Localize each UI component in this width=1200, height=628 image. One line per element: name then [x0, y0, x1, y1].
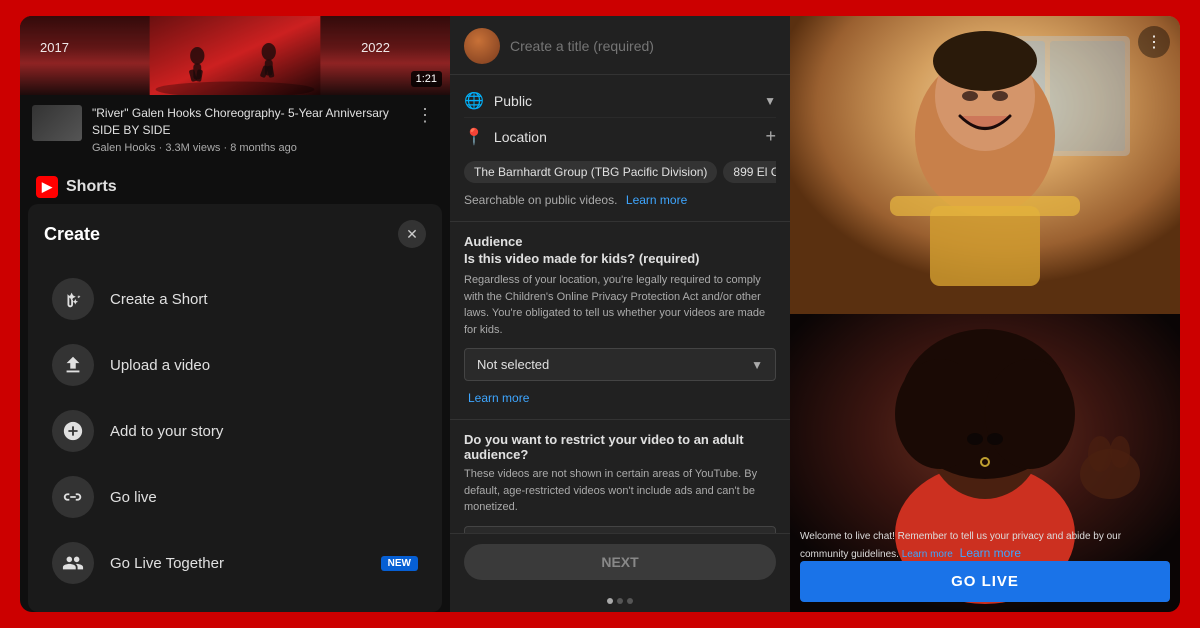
video-meta: Galen Hooks · 3.3M views · 8 months ago: [92, 142, 402, 154]
time-ago: 8 months ago: [230, 142, 297, 154]
dot-2: [617, 598, 623, 604]
shorts-icon: ▶: [36, 176, 58, 198]
visibility-section: 🌐 Public ▼ 📍 Location + The Barnhardt Gr…: [450, 75, 790, 222]
location-tag-1[interactable]: 899 El Camin...: [723, 161, 776, 183]
new-badge: New: [381, 556, 418, 571]
go-live-icon: [62, 486, 84, 508]
go-live-together-icon-circle: [52, 542, 94, 584]
add-story-label: Add to your story: [110, 423, 223, 440]
audience-select[interactable]: Not selected ▼: [464, 348, 776, 381]
dot-1: [607, 598, 613, 604]
location-tags: The Barnhardt Group (TBG Pacific Divisio…: [464, 155, 776, 187]
create-short-icon: [52, 278, 94, 320]
add-story-icon-circle: [52, 410, 94, 452]
video-info-row: "River" Galen Hooks Choreography- 5-Year…: [20, 95, 450, 164]
year-left-label: 2017: [40, 40, 69, 55]
top-person-svg: [790, 16, 1180, 314]
more-options-btn[interactable]: ⋮: [1138, 26, 1170, 58]
year-right-label: 2022: [361, 40, 390, 55]
upload-header: [450, 16, 790, 75]
duration-badge: 1:21: [411, 71, 442, 87]
upload-icon-circle: [52, 344, 94, 386]
adult-section: Do you want to restrict your video to an…: [450, 420, 790, 533]
live-learn-link[interactable]: Learn more: [960, 546, 1021, 560]
create-short-item[interactable]: Create a Short: [44, 266, 426, 332]
visibility-dropdown-arrow: ▼: [764, 94, 776, 108]
title-input[interactable]: [510, 38, 776, 54]
location-tag-0[interactable]: The Barnhardt Group (TBG Pacific Divisio…: [464, 161, 717, 183]
upload-video-label: Upload a video: [110, 357, 210, 374]
go-live-together-item[interactable]: Go Live Together New: [44, 530, 426, 596]
adult-select[interactable]: No, don't restrict my video to viewers o…: [464, 526, 776, 534]
dot-3: [627, 598, 633, 604]
create-header: Create ✕: [44, 220, 426, 248]
searchable-row: Searchable on public videos. Learn more: [464, 187, 776, 211]
live-chat-notice: Welcome to live chat! Remember to tell u…: [800, 529, 1170, 562]
top-person-bg: [790, 16, 1180, 314]
add-location-btn[interactable]: +: [765, 126, 776, 147]
close-button[interactable]: ✕: [398, 220, 426, 248]
go-live-item[interactable]: Go live: [44, 464, 426, 530]
upload-video-item[interactable]: Upload a video: [44, 332, 426, 398]
create-panel: Create ✕ Create a Short Upload a video: [28, 204, 442, 612]
short-icon: [62, 288, 84, 310]
view-count: 3.3M views: [165, 142, 220, 154]
form-scroll-area[interactable]: 🌐 Public ▼ 📍 Location + The Barnhardt Gr…: [450, 75, 790, 533]
add-story-icon: [62, 420, 84, 442]
location-label: Location: [494, 129, 756, 145]
adult-desc: These videos are not shown in certain ar…: [464, 466, 776, 516]
go-live-together-label: Go Live Together: [110, 555, 224, 572]
middle-panel: 🌐 Public ▼ 📍 Location + The Barnhardt Gr…: [450, 16, 790, 612]
go-live-label: Go live: [110, 489, 157, 506]
location-row: 📍 Location +: [464, 117, 776, 155]
audience-subtitle: Is this video made for kids? (required): [464, 251, 776, 266]
shorts-label: Shorts: [66, 178, 117, 196]
audience-learn-row: Learn more: [464, 381, 776, 407]
video-small-thumb: [32, 105, 82, 141]
visibility-label: Public: [494, 93, 754, 109]
shorts-section: ▶ Shorts: [20, 164, 450, 204]
left-panel: 2017 2022 1:21 "River" Galen Hooks Chore…: [20, 16, 450, 612]
next-btn-container: NEXT: [450, 533, 790, 590]
go-live-together-icon: [62, 552, 84, 574]
audience-learn-more[interactable]: Learn more: [468, 391, 529, 405]
audience-desc: Regardless of your location, you're lega…: [464, 272, 776, 338]
live-chat-learn-more[interactable]: Learn more: [902, 549, 953, 560]
globe-icon: 🌐: [464, 91, 484, 111]
add-story-item[interactable]: Add to your story: [44, 398, 426, 464]
audience-dropdown-arrow: ▼: [751, 358, 763, 372]
channel-name: Galen Hooks: [92, 142, 156, 154]
video-text: "River" Galen Hooks Choreography- 5-Year…: [92, 105, 402, 154]
video-menu-btn[interactable]: ⋮: [412, 105, 438, 126]
searchable-learn-more[interactable]: Learn more: [626, 193, 687, 207]
right-panel: ⋮: [790, 16, 1180, 612]
location-pin-icon: 📍: [464, 127, 484, 147]
right-bottom-video: Welcome to live chat! Remember to tell u…: [790, 314, 1180, 612]
progress-dots: [450, 590, 790, 612]
audience-section: Audience Is this video made for kids? (r…: [450, 222, 790, 420]
avatar-image: [464, 28, 500, 64]
next-button[interactable]: NEXT: [464, 544, 776, 580]
create-title: Create: [44, 224, 100, 245]
go-live-button[interactable]: GO LIVE: [800, 561, 1170, 602]
searchable-text: Searchable on public videos.: [464, 187, 617, 213]
create-short-label: Create a Short: [110, 291, 208, 308]
go-live-icon-circle: [52, 476, 94, 518]
upload-icon: [62, 354, 84, 376]
right-top-video: ⋮: [790, 16, 1180, 314]
audience-selected-val: Not selected: [477, 357, 751, 372]
audience-title: Audience: [464, 234, 776, 249]
video-thumbnail[interactable]: 2017 2022 1:21: [20, 16, 450, 95]
user-avatar: [464, 28, 500, 64]
adult-title: Do you want to restrict your video to an…: [464, 432, 776, 462]
video-title: "River" Galen Hooks Choreography- 5-Year…: [92, 105, 402, 139]
visibility-row[interactable]: 🌐 Public ▼: [464, 85, 776, 117]
